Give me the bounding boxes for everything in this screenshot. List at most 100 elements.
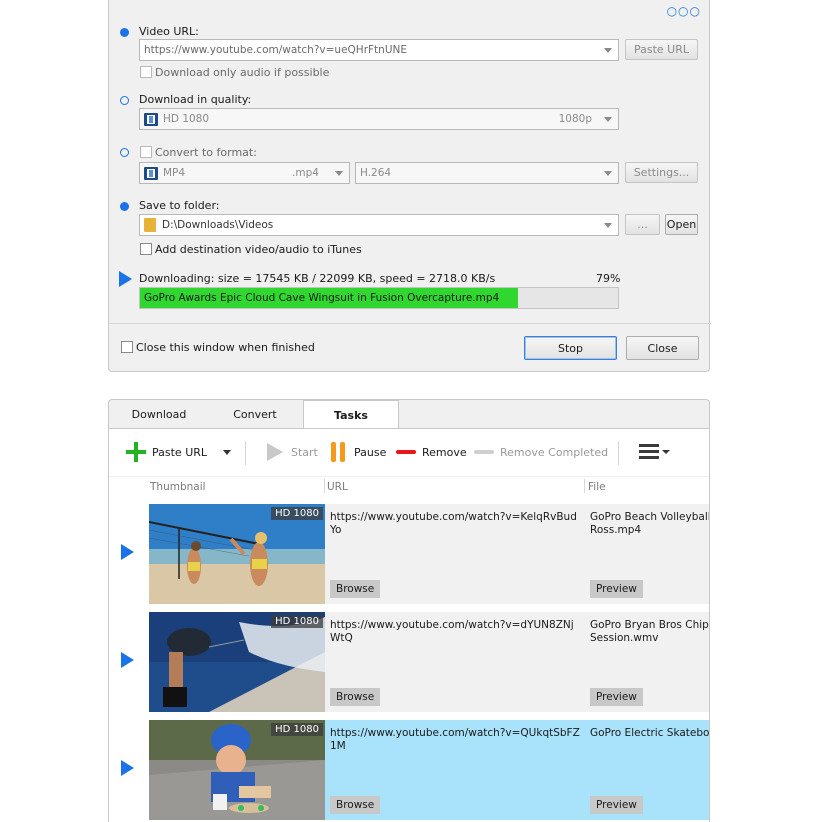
pause-tool-label: Pause [354,445,387,459]
download-status: Downloading: size = 17545 KB / 22099 KB,… [139,272,496,285]
row-file: GoPro Beach Volleyball w Ross.mp4 [590,511,710,537]
folder-input[interactable]: D:\Downloads\Videos [139,214,619,236]
film-icon [144,166,158,180]
audio-only-checkbox[interactable] [140,66,152,78]
preview-button[interactable]: Preview [590,688,643,706]
downloading-play-icon [119,271,132,287]
video-url-value: https://www.youtube.com/watch?v=ueQHrFtn… [144,44,407,56]
menu-icon [639,444,659,460]
table-row[interactable]: HD 1080 https://www.youtube.com/watch?v=… [109,612,710,712]
preview-button[interactable]: Preview [590,796,643,814]
paste-url-tool[interactable]: Paste URL [126,442,232,462]
browse-button[interactable]: Browse [330,688,381,706]
play-icon [267,443,283,461]
remove-completed-tool-label: Remove Completed [500,445,609,459]
close-button[interactable]: Close [626,336,699,360]
row-body: HD 1080 https://www.youtube.com/watch?v=… [149,720,710,820]
chevron-down-icon[interactable] [604,223,612,228]
remove-completed-tool[interactable]: Remove Completed [474,442,608,462]
hd-badge: HD 1080 [271,507,323,520]
quality-resolution: 1080p [558,113,592,125]
chevron-down-icon[interactable] [604,48,612,53]
column-header-file[interactable]: File [588,481,606,493]
column-divider [324,479,325,493]
browse-folder-button[interactable]: ... [625,214,660,235]
download-dialog: ○○○ Video URL: https://www.youtube.com/w… [108,0,711,372]
row-url: https://www.youtube.com/watch?v=KelqRvBu… [330,511,577,536]
start-tool-label: Start [291,445,318,459]
paste-url-button[interactable]: Paste URL [625,39,698,60]
row-file-line1: GoPro Bryan Bros Chip T [590,619,710,631]
step-bullet-icon [120,96,129,105]
audio-only-label: Download only audio if possible [155,66,330,79]
divider [109,323,711,324]
hd-badge: HD 1080 [271,615,323,628]
row-file-line2: Session.wmv [590,632,659,644]
download-percent: 79% [596,272,621,285]
video-url-label: Video URL: [139,25,199,38]
table-row[interactable]: HD 1080 https://www.youtube.com/watch?v=… [109,504,710,604]
column-divider [584,479,585,493]
add-icon [126,442,146,462]
paste-url-tool-label: Paste URL [152,445,208,459]
quality-select[interactable]: HD 1080 1080p [139,108,619,130]
close-when-finished-label: Close this window when finished [136,341,315,354]
pause-icon [330,442,346,462]
toolbar-separator [618,441,619,465]
menu-tool[interactable] [639,442,670,462]
chevron-down-icon[interactable] [223,449,232,455]
toolbar-separator [245,441,246,465]
row-file: GoPro Bryan Bros Chip T Session.wmv [590,619,710,645]
open-folder-button[interactable]: Open [665,214,698,235]
codec-value: H.264 [360,167,392,179]
column-header-url[interactable]: URL [327,481,348,493]
video-thumbnail: HD 1080 [149,504,325,604]
chevron-down-icon[interactable] [335,171,343,176]
chevron-down-icon[interactable] [604,171,612,176]
format-extension: .mp4 [292,167,319,179]
row-file-line1: GoPro Electric Skateboar [590,727,710,739]
row-url: https://www.youtube.com/watch?v=QUkqtSbF… [330,727,580,752]
step-bullet-icon [120,28,129,37]
tab-download[interactable]: Download [109,400,209,428]
itunes-label: Add destination video/audio to iTunes [155,243,362,256]
chevron-down-icon[interactable] [604,117,612,122]
pause-tool[interactable]: Pause [330,442,386,462]
tab-convert[interactable]: Convert [209,400,301,428]
folder-value: D:\Downloads\Videos [162,219,274,231]
remove-tool-label: Remove [422,445,467,459]
remove-icon [396,450,416,454]
browse-button[interactable]: Browse [330,796,381,814]
row-file-line2: Ross.mp4 [590,524,642,536]
play-icon[interactable] [121,652,134,668]
row-body: HD 1080 https://www.youtube.com/watch?v=… [149,612,710,712]
browse-button[interactable]: Browse [330,580,381,598]
more-options-icon[interactable]: ○○○ [667,4,701,18]
convert-checkbox[interactable] [140,146,152,158]
row-file-line1: GoPro Beach Volleyball w [590,511,710,523]
video-url-input[interactable]: https://www.youtube.com/watch?v=ueQHrFtn… [139,39,619,61]
stop-button[interactable]: Stop [524,336,617,360]
hd-badge: HD 1080 [271,723,323,736]
remove-tool[interactable]: Remove [396,442,467,462]
itunes-checkbox[interactable] [140,243,152,255]
settings-button[interactable]: Settings... [625,162,698,183]
close-when-finished-checkbox[interactable] [121,341,133,353]
start-tool[interactable]: Start [267,442,318,462]
folder-icon [144,218,156,232]
remove-completed-icon [474,450,494,454]
preview-button[interactable]: Preview [590,580,643,598]
play-icon[interactable] [121,544,134,560]
quality-label: Download in quality: [139,93,252,106]
table-row[interactable]: HD 1080 https://www.youtube.com/watch?v=… [109,720,710,820]
row-body: HD 1080 https://www.youtube.com/watch?v=… [149,504,710,604]
tasks-toolbar: Paste URL Start Pause Remove Remove Comp… [109,428,709,476]
codec-select[interactable]: H.264 [355,162,619,184]
tab-tasks[interactable]: Tasks [303,400,399,429]
row-url: https://www.youtube.com/watch?v=dYUN8ZNj… [330,619,574,644]
format-select[interactable]: MP4 .mp4 [139,162,350,184]
play-icon[interactable] [121,760,134,776]
download-progress-bar: GoPro Awards Epic Cloud Cave Wingsuit in… [139,287,619,309]
tasks-panel: Download Convert Tasks Paste URL Start P… [108,399,710,822]
column-header-thumbnail[interactable]: Thumbnail [150,481,206,493]
